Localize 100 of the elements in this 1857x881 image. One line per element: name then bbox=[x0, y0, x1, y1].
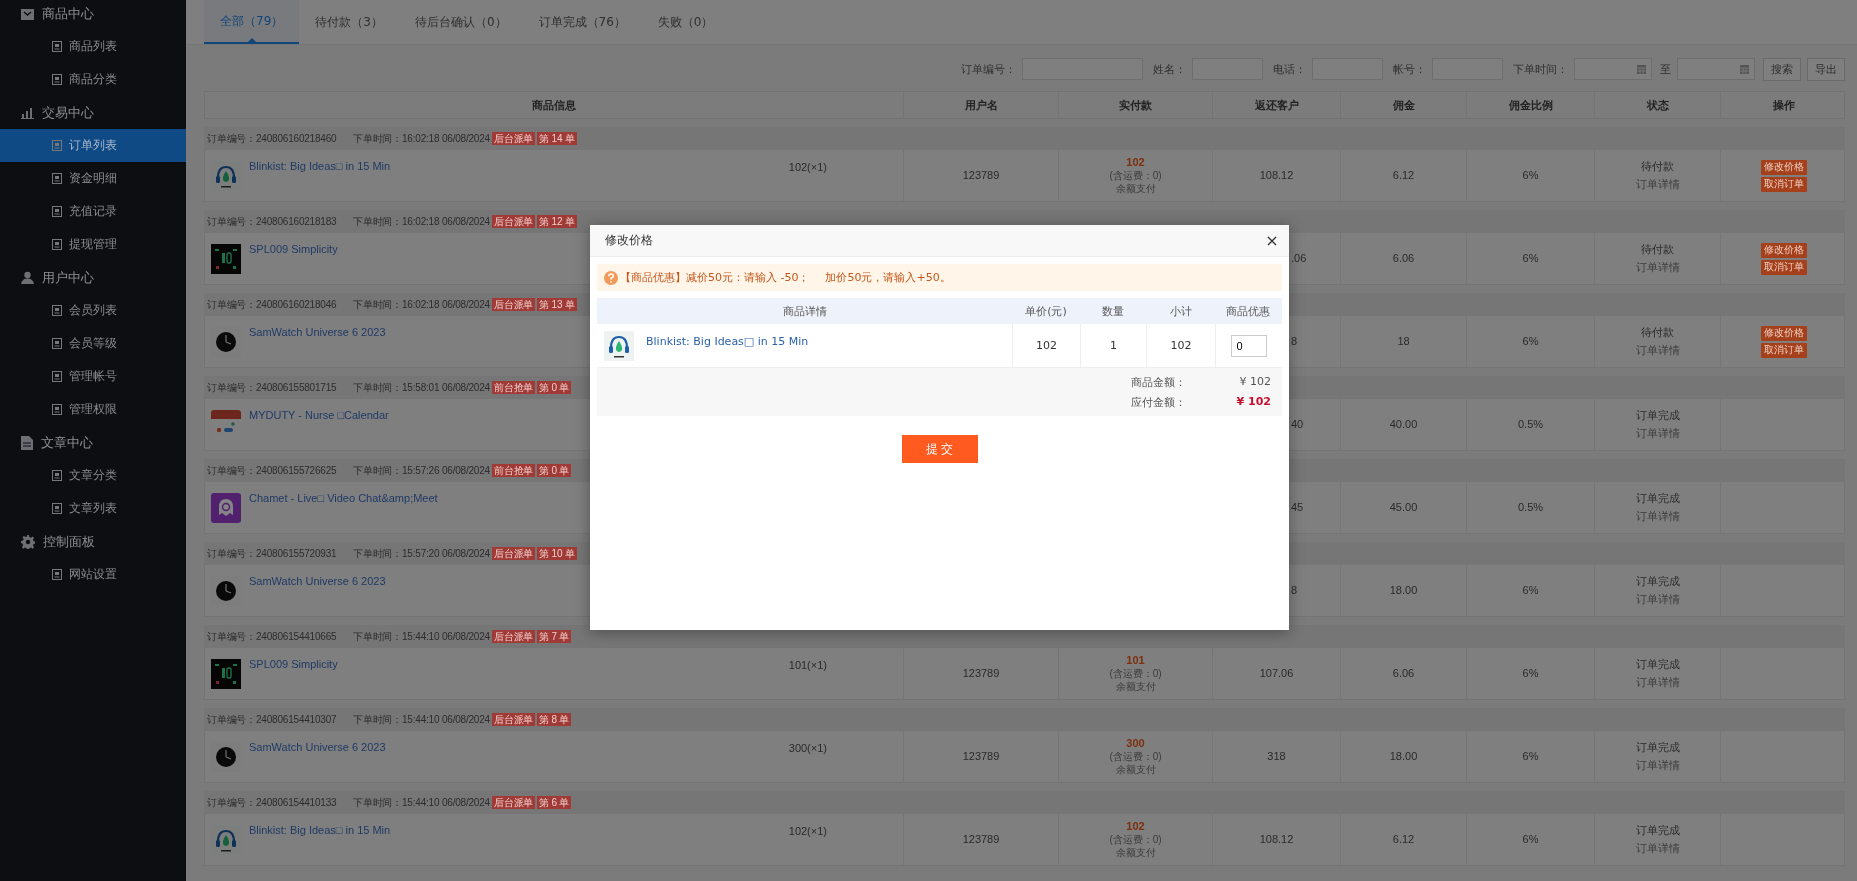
sidebar-item[interactable]: 文章分类 bbox=[0, 459, 186, 492]
order-time: 下单时间：15:58:01 06/08/2024 bbox=[353, 380, 490, 395]
product-link[interactable]: MYDUTY - Nurse □Calendar bbox=[249, 409, 389, 422]
order-time: 下单时间：15:44:10 06/08/2024 bbox=[353, 629, 490, 644]
toolbar-button[interactable]: 导出 bbox=[1807, 57, 1845, 81]
date-field[interactable] bbox=[1574, 58, 1652, 80]
tag: 第 13 单 bbox=[537, 298, 577, 311]
cancel-order-button[interactable]: 取消订单 bbox=[1760, 176, 1807, 192]
edit-price-button[interactable]: 修改价格 bbox=[1760, 242, 1807, 258]
column-header: 佣金比例 bbox=[1466, 92, 1594, 118]
box-icon bbox=[21, 7, 34, 20]
table-cell: 108.12 bbox=[1212, 150, 1340, 201]
page-icon bbox=[52, 338, 62, 349]
order-number: 订单编号：240806154410307 bbox=[207, 712, 338, 727]
quantity: 101(×1) bbox=[788, 659, 827, 672]
column-header: 商品信息 bbox=[531, 97, 577, 113]
table-cell: 123789 bbox=[903, 814, 1058, 865]
tag: 第 8 单 bbox=[537, 713, 572, 726]
tag: 后台派单 bbox=[491, 215, 536, 228]
tab[interactable]: 待后台确认（0） bbox=[398, 0, 523, 44]
summary-label: 应付金额： bbox=[1131, 395, 1187, 410]
product-link[interactable]: Blinkist: Big Ideas□ in 15 Min bbox=[249, 824, 391, 837]
order-status: 待付款 bbox=[1641, 326, 1674, 339]
column-header: 单价(元) bbox=[1024, 303, 1068, 320]
menu-group-label[interactable]: 用户中心 bbox=[42, 268, 94, 287]
quantity: 102(×1) bbox=[788, 161, 827, 174]
order-time: 下单时间：15:57:26 06/08/2024 bbox=[353, 463, 490, 478]
product-link[interactable]: SamWatch Universe 6 2023 bbox=[249, 326, 386, 339]
column-header: 操作 bbox=[1720, 92, 1846, 118]
sidebar-item[interactable]: 订单列表 bbox=[0, 129, 186, 162]
tag: 后台派单 bbox=[491, 630, 536, 643]
date-field[interactable] bbox=[1677, 58, 1755, 80]
sidebar-item[interactable]: 商品分类 bbox=[0, 63, 186, 96]
tag: 后台派单 bbox=[491, 132, 536, 145]
discount-input[interactable]: 0 bbox=[1230, 334, 1267, 357]
sidebar-item[interactable]: 管理权限 bbox=[0, 393, 186, 426]
order-number: 订单编号：240806154410133 bbox=[207, 795, 338, 810]
product-link[interactable]: SPL009 Simplicity bbox=[249, 243, 338, 256]
sidebar-item[interactable]: 充值记录 bbox=[0, 195, 186, 228]
submit-button[interactable]: 提 交 bbox=[901, 435, 978, 463]
summary-label: 商品金额： bbox=[1131, 375, 1187, 390]
order-status: 订单完成 bbox=[1635, 575, 1680, 588]
watch-icon bbox=[211, 659, 241, 689]
table-cell: 6% bbox=[1466, 233, 1594, 284]
sidebar-item[interactable]: 会员列表 bbox=[0, 294, 186, 327]
edit-price-button[interactable]: 修改价格 bbox=[1760, 325, 1807, 341]
edit-price-button[interactable]: 修改价格 bbox=[1760, 159, 1807, 175]
column-header: 实付款 bbox=[1058, 92, 1212, 118]
menu-group-label[interactable]: 商品中心 bbox=[42, 4, 94, 23]
sidebar-item[interactable]: 文章列表 bbox=[0, 492, 186, 525]
paid-amount: 102 bbox=[1126, 156, 1145, 169]
cancel-order-button[interactable]: 取消订单 bbox=[1760, 259, 1807, 275]
table-cell: 6.12 bbox=[1340, 814, 1466, 865]
table-cell: 108.12 bbox=[1212, 814, 1340, 865]
table-cell: 123789 bbox=[903, 731, 1058, 782]
field-label: 下单时间： bbox=[1513, 61, 1568, 77]
dialog-title: 修改价格 bbox=[605, 232, 653, 249]
sidebar-item[interactable]: 会员等级 bbox=[0, 327, 186, 360]
order-number: 订单编号：240806160218183 bbox=[207, 214, 338, 229]
product-link[interactable]: SamWatch Universe 6 2023 bbox=[249, 741, 386, 754]
sidebar-item[interactable]: 商品列表 bbox=[0, 30, 186, 63]
paid-amount: 102 bbox=[1126, 820, 1145, 833]
tab[interactable]: 待付款（3） bbox=[299, 0, 399, 44]
order-status: 订单完成 bbox=[1635, 492, 1680, 505]
product-link[interactable]: Chamet - Live□ Video Chat&amp;Meet bbox=[249, 492, 438, 505]
menu-group-label[interactable]: 交易中心 bbox=[42, 103, 94, 122]
table-cell: 107.06 bbox=[1212, 648, 1340, 699]
toolbar-button[interactable]: 搜索 bbox=[1763, 57, 1801, 81]
product-link[interactable]: SamWatch Universe 6 2023 bbox=[249, 575, 386, 588]
close-icon bbox=[1267, 235, 1277, 246]
tag: 第 6 单 bbox=[537, 796, 572, 809]
sidebar-item[interactable]: 资金明细 bbox=[0, 162, 186, 195]
tab[interactable]: 失败（0） bbox=[641, 0, 730, 44]
paid-amount: 101 bbox=[1126, 654, 1145, 667]
product-link[interactable]: Blinkist: Big Ideas□ in 15 Min bbox=[646, 335, 809, 348]
table-cell: 6.12 bbox=[1340, 150, 1466, 201]
tag: 第 0 单 bbox=[537, 381, 572, 394]
table-cell: 123789 bbox=[903, 150, 1058, 201]
sidebar-item[interactable]: 管理帐号 bbox=[0, 360, 186, 393]
tab[interactable]: 订单完成（76） bbox=[522, 0, 642, 44]
bar-chart-icon bbox=[21, 106, 34, 119]
table-cell: 6% bbox=[1466, 731, 1594, 782]
notice-text: 加价50元，请输入+50。 bbox=[825, 270, 951, 285]
column-header: 佣金 bbox=[1340, 92, 1466, 118]
column-header: 状态 bbox=[1594, 92, 1720, 118]
order-time: 下单时间：15:44:10 06/08/2024 bbox=[353, 712, 490, 727]
product-link[interactable]: SPL009 Simplicity bbox=[249, 658, 338, 671]
order-status: 待付款 bbox=[1641, 243, 1674, 256]
sidebar-item[interactable]: 提现管理 bbox=[0, 228, 186, 261]
menu-group-label[interactable]: 文章中心 bbox=[41, 433, 93, 452]
tag: 前台抢单 bbox=[491, 464, 536, 477]
sidebar-item[interactable]: 网站设置 bbox=[0, 558, 186, 591]
notice-text: 【商品优惠】减价50元：请输入 -50； bbox=[620, 270, 810, 285]
quantity: 102(×1) bbox=[788, 825, 827, 838]
product-link[interactable]: Blinkist: Big Ideas□ in 15 Min bbox=[249, 160, 391, 173]
order-status: 订单完成 bbox=[1635, 741, 1680, 754]
cancel-order-button[interactable]: 取消订单 bbox=[1760, 342, 1807, 358]
menu-group-label[interactable]: 控制面板 bbox=[43, 532, 95, 551]
order-time: 下单时间：15:57:20 06/08/2024 bbox=[353, 546, 490, 561]
field-label: 帐号： bbox=[1393, 61, 1426, 77]
